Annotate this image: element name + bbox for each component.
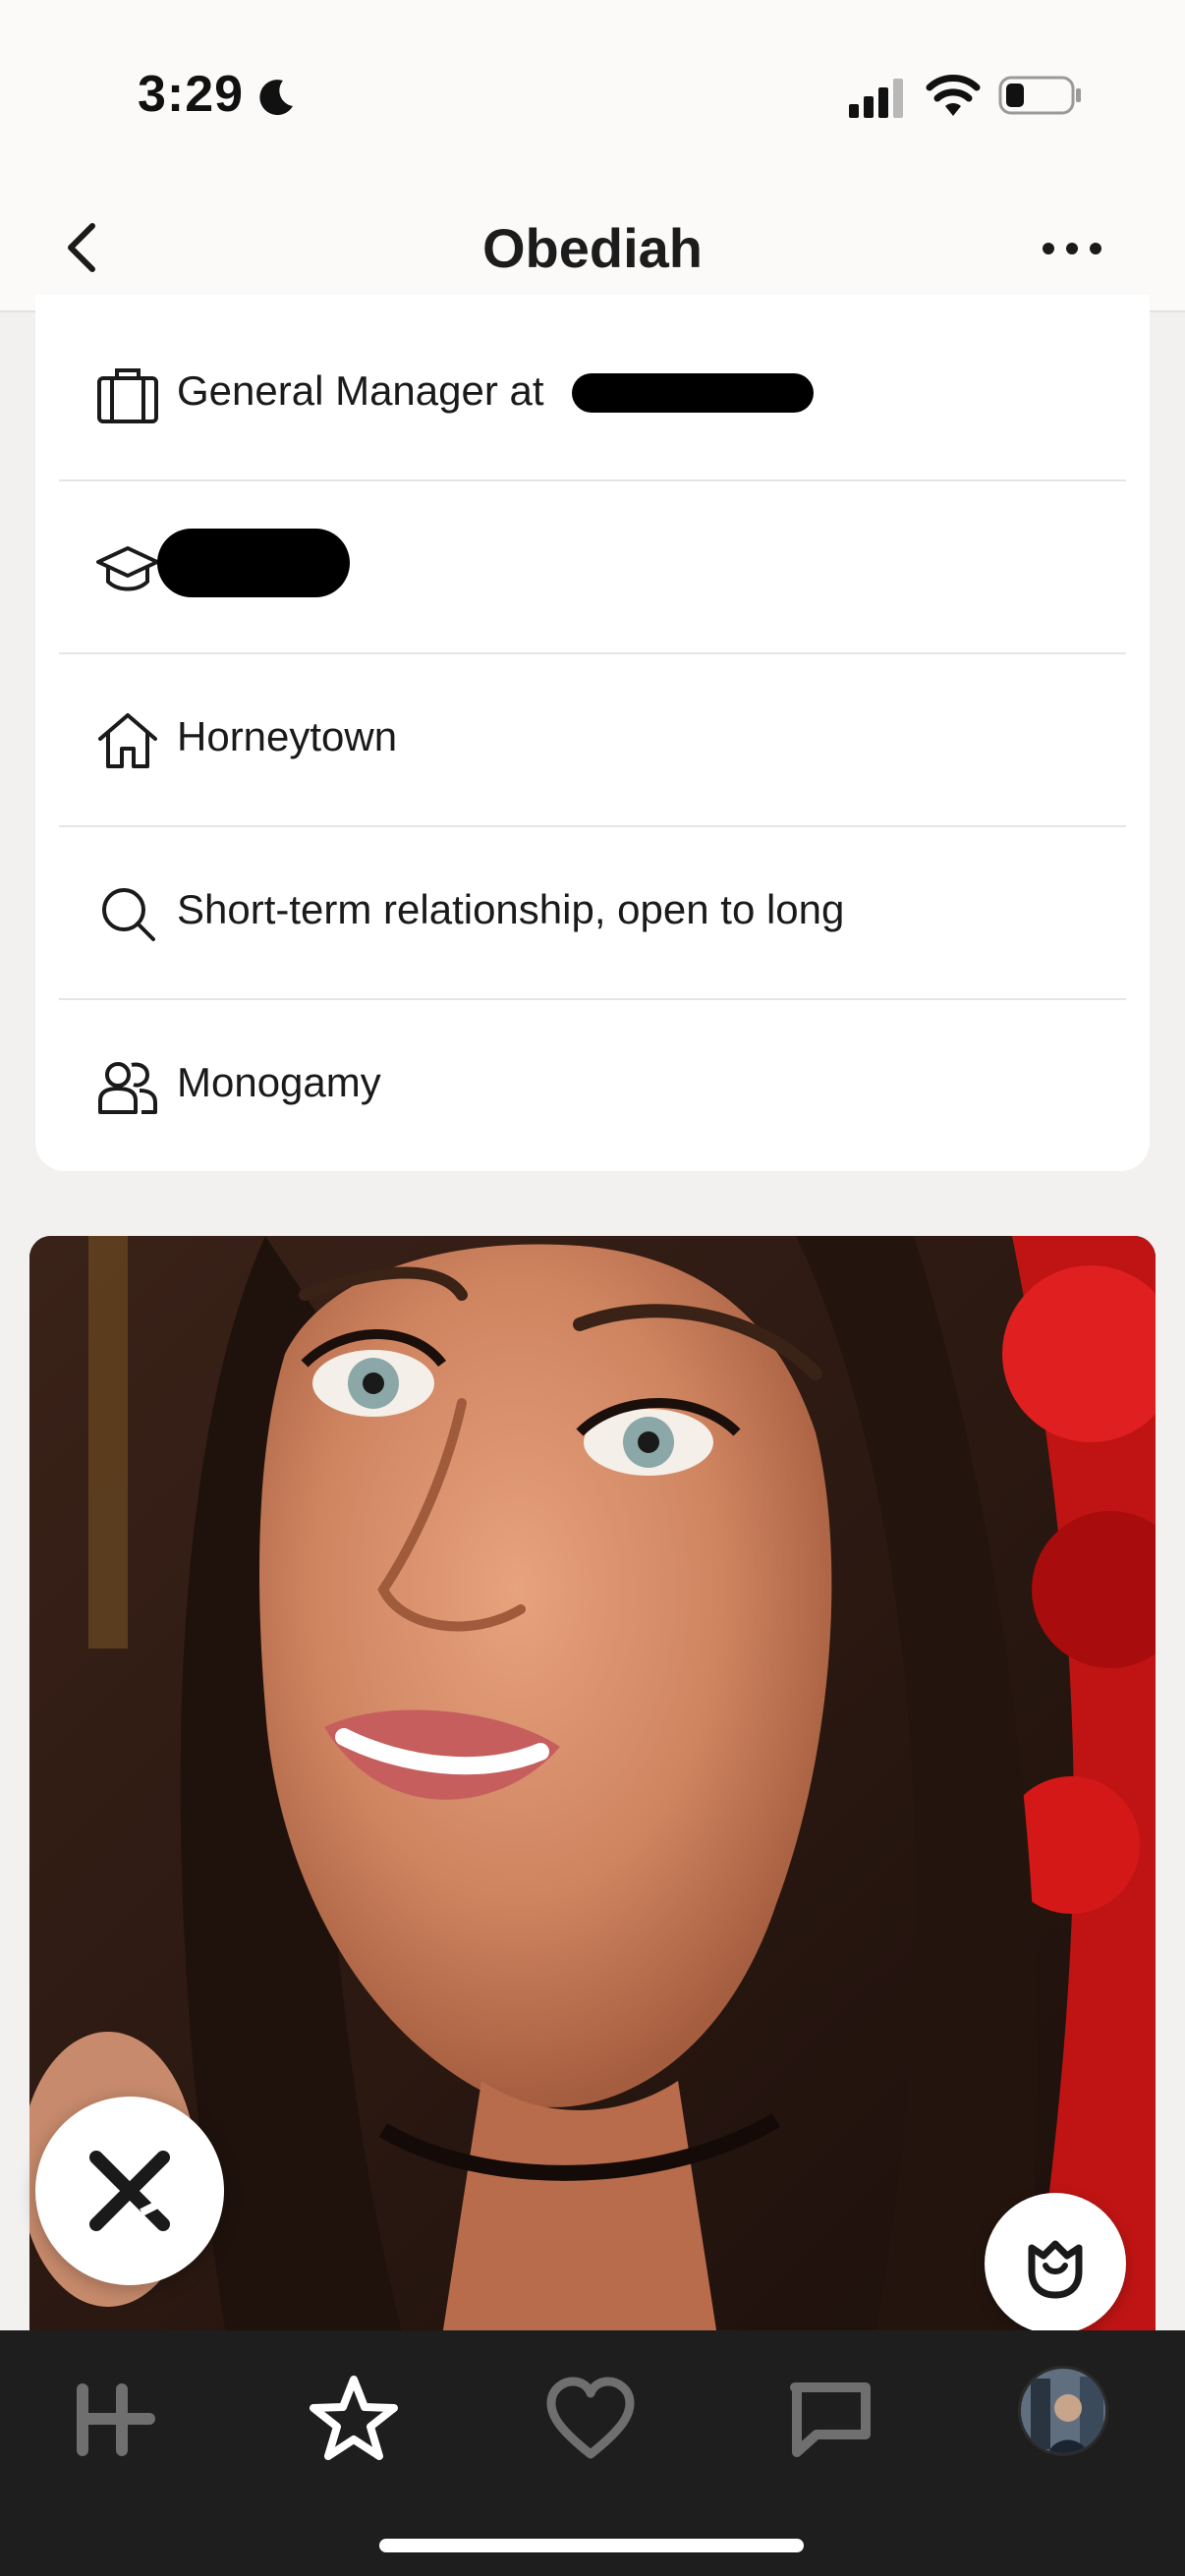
star-icon[interactable] (305, 2370, 403, 2468)
wifi-icon (926, 75, 981, 116)
battery-icon (998, 76, 1081, 115)
detail-label: Horneytown (177, 713, 398, 759)
rose-button[interactable] (985, 2193, 1126, 2334)
logo-tab-icon[interactable] (65, 2370, 163, 2468)
detail-row-looking-for: Short-term relationship, open to long (59, 827, 1126, 1000)
briefcase-icon (97, 368, 158, 423)
heart-icon[interactable] (541, 2370, 640, 2468)
detail-row-relationship-type: Monogamy (59, 1000, 1126, 1173)
graduation-cap-icon (96, 546, 159, 591)
profile-details-card: General Manager at Horneytown Short-term… (35, 295, 1150, 1171)
avatar-image (1021, 2369, 1105, 2453)
status-bar: 3:29 (0, 0, 1185, 187)
redaction-mark (157, 529, 350, 597)
house-icon (98, 713, 157, 768)
detail-row-hometown: Horneytown (59, 654, 1126, 827)
home-indicator[interactable] (379, 2539, 804, 2552)
x-icon (89, 2151, 170, 2231)
search-icon (102, 888, 155, 941)
profile-avatar[interactable] (1018, 2366, 1108, 2456)
detail-row-education (59, 481, 1126, 654)
detail-label: Short-term relationship, open to long (177, 886, 845, 932)
ellipsis-icon[interactable] (1038, 224, 1106, 273)
detail-label: Monogamy (177, 1059, 381, 1105)
redaction-mark (572, 373, 814, 413)
nav-bar: Obediah (0, 187, 1185, 312)
status-time: 3:29 (138, 66, 245, 123)
pass-button[interactable] (35, 2097, 224, 2285)
moon-icon (259, 80, 293, 116)
signal-icon (849, 79, 903, 118)
detail-row-job: General Manager at (59, 308, 1126, 481)
rose-icon (1028, 2240, 1083, 2299)
chat-icon[interactable] (781, 2370, 879, 2468)
people-icon (98, 1062, 157, 1114)
detail-label: General Manager at (177, 367, 544, 414)
profile-name-title: Obediah (481, 217, 704, 279)
